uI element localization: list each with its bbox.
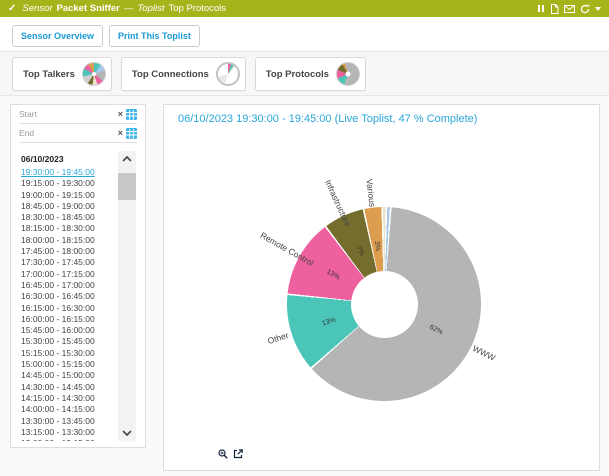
- interval-item[interactable]: 16:15:00 - 16:30:00: [21, 303, 126, 314]
- interval-item[interactable]: 13:00:00 - 13:15:00: [21, 438, 126, 441]
- toplist-chart-panel: 06/10/2023 19:30:00 - 19:45:00 (Live Top…: [163, 104, 600, 471]
- sensor-header: ✓ Sensor Packet Sniffer — Toplist Top Pr…: [0, 0, 609, 17]
- interval-item[interactable]: 15:15:00 - 15:30:00: [21, 348, 126, 359]
- calendar-icon[interactable]: [126, 128, 137, 139]
- interval-item[interactable]: 14:45:00 - 15:00:00: [21, 370, 126, 381]
- status-ok-icon: ✓: [8, 3, 16, 14]
- print-toplist-button[interactable]: Print This Toplist: [109, 25, 200, 47]
- donut-hole: [351, 271, 418, 338]
- toplist-tab-label: Top Connections: [132, 69, 209, 80]
- interval-item[interactable]: 15:00:00 - 15:15:00: [21, 359, 126, 370]
- interval-item[interactable]: 16:00:00 - 16:15:00: [21, 314, 126, 325]
- interval-item[interactable]: 19:30:00 - 19:45:00: [21, 167, 126, 178]
- toplist-tab-top-protocols[interactable]: Top Protocols: [255, 57, 366, 91]
- top-talkers-pie-icon: [82, 62, 106, 86]
- scrollbar-thumb[interactable]: [118, 173, 136, 200]
- interval-item[interactable]: 17:30:00 - 17:45:00: [21, 257, 126, 268]
- toplist-tab-label: Top Talkers: [23, 69, 75, 80]
- end-date-row: ×: [19, 124, 137, 143]
- interval-date-header: 06/10/2023: [21, 154, 126, 164]
- email-icon[interactable]: [564, 5, 575, 13]
- start-date-input[interactable]: [19, 109, 115, 119]
- breadcrumb: ✓ Sensor Packet Sniffer — Toplist Top Pr…: [8, 3, 226, 14]
- interval-scrollbar[interactable]: [118, 151, 136, 441]
- interval-item[interactable]: 16:30:00 - 16:45:00: [21, 291, 126, 302]
- chart-area: 62%WWW13%Other13%Remote Control7%Infrast…: [164, 105, 601, 472]
- interval-item[interactable]: 13:30:00 - 13:45:00: [21, 416, 126, 427]
- breadcrumb-sensor-label: Sensor: [22, 3, 52, 14]
- refresh-icon[interactable]: [580, 4, 590, 14]
- open-new-window-icon[interactable]: [233, 449, 243, 459]
- interval-item[interactable]: 14:15:00 - 14:30:00: [21, 393, 126, 404]
- interval-item[interactable]: 17:00:00 - 17:15:00: [21, 269, 126, 280]
- clear-end-icon[interactable]: ×: [118, 129, 123, 138]
- pause-icon[interactable]: [537, 4, 545, 13]
- start-date-row: ×: [19, 105, 137, 124]
- report-icon[interactable]: [550, 4, 559, 14]
- breadcrumb-toplist-name: Top Protocols: [168, 3, 226, 14]
- interval-item[interactable]: 15:30:00 - 15:45:00: [21, 336, 126, 347]
- interval-item[interactable]: 14:00:00 - 14:15:00: [21, 404, 126, 415]
- end-date-input[interactable]: [19, 128, 115, 138]
- refresh-dropdown-caret-icon[interactable]: [595, 7, 601, 11]
- interval-item[interactable]: 14:30:00 - 14:45:00: [21, 382, 126, 393]
- top-protocols-pie-icon: [336, 62, 360, 86]
- clear-start-icon[interactable]: ×: [118, 110, 123, 119]
- calendar-icon[interactable]: [126, 109, 137, 120]
- interval-item[interactable]: 18:30:00 - 18:45:00: [21, 212, 126, 223]
- top-connections-pie-icon: [216, 62, 240, 86]
- interval-item[interactable]: 13:15:00 - 13:30:00: [21, 427, 126, 438]
- interval-item[interactable]: 18:15:00 - 18:30:00: [21, 223, 126, 234]
- breadcrumb-separator: —: [124, 3, 134, 14]
- slice-name-label: WWW: [471, 344, 497, 364]
- sensor-overview-button[interactable]: Sensor Overview: [12, 25, 103, 47]
- slice-percent-label: 3%: [373, 241, 381, 252]
- slice-name-label: Other: [266, 330, 289, 346]
- interval-item[interactable]: 19:15:00 - 19:30:00: [21, 178, 126, 189]
- interval-item[interactable]: 19:00:00 - 19:15:00: [21, 190, 126, 201]
- toplist-tab-top-talkers[interactable]: Top Talkers: [12, 57, 112, 91]
- time-range-sidebar: × × 06/10/2023 19:30:00 - 19:45:0019:15:…: [10, 104, 146, 448]
- breadcrumb-toplist-label: Toplist: [137, 3, 164, 14]
- toplist-tab-label: Top Protocols: [266, 69, 329, 80]
- breadcrumb-sensor-name[interactable]: Packet Sniffer: [57, 3, 120, 14]
- interval-item[interactable]: 17:45:00 - 18:00:00: [21, 246, 126, 257]
- zoom-icon[interactable]: [218, 449, 228, 459]
- interval-item[interactable]: 18:00:00 - 18:15:00: [21, 235, 126, 246]
- interval-item[interactable]: 16:45:00 - 17:00:00: [21, 280, 126, 291]
- scroll-up-button[interactable]: [118, 151, 136, 167]
- interval-item[interactable]: 18:45:00 - 19:00:00: [21, 201, 126, 212]
- toplist-tab-top-connections[interactable]: Top Connections: [121, 57, 246, 91]
- interval-item[interactable]: 15:45:00 - 16:00:00: [21, 325, 126, 336]
- scroll-down-button[interactable]: [118, 425, 136, 441]
- interval-items: 19:30:00 - 19:45:0019:15:00 - 19:30:0019…: [21, 167, 126, 441]
- interval-list: 06/10/2023 19:30:00 - 19:45:0019:15:00 -…: [21, 151, 126, 441]
- slice-name-label: Various: [365, 179, 378, 208]
- toolbar: Sensor Overview Print This Toplist: [12, 25, 200, 47]
